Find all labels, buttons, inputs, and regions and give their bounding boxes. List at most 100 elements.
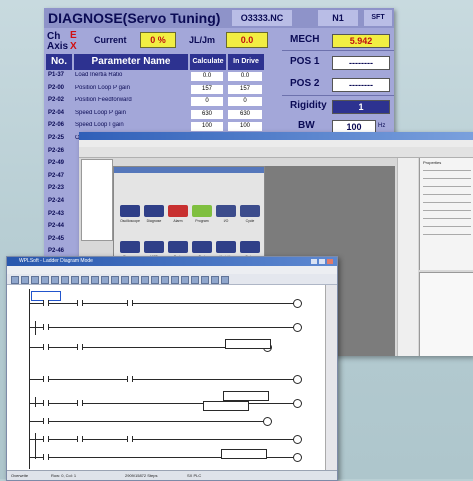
- toolbar-button[interactable]: [91, 276, 99, 284]
- toolbar-button[interactable]: [41, 276, 49, 284]
- function-tile[interactable]: [168, 205, 188, 217]
- param-calculate-value: 0.0: [191, 72, 223, 81]
- contact-symbol: [127, 436, 133, 442]
- rung-line: [29, 421, 269, 422]
- pos1-value: --------: [332, 56, 390, 70]
- function-tile[interactable]: [192, 205, 212, 217]
- divider: [282, 50, 394, 51]
- function-tile[interactable]: [120, 205, 140, 217]
- contact-symbol: [43, 324, 49, 330]
- param-in-drive-value: 100: [228, 122, 262, 132]
- function-tile-label: Cycle: [245, 219, 255, 223]
- toolbar-button[interactable]: [111, 276, 119, 284]
- param-calculate-value: 157: [191, 84, 223, 94]
- toolbar-button[interactable]: [141, 276, 149, 284]
- branch-line: [35, 321, 36, 335]
- function-tile[interactable]: [216, 205, 236, 217]
- toolbar-button[interactable]: [11, 276, 19, 284]
- contact-symbol: [43, 376, 49, 382]
- rigidity-value[interactable]: 1: [332, 100, 390, 114]
- function-tile[interactable]: [120, 241, 140, 253]
- ladder-editor-window: WPLSoft - Ladder Diagram Mode File(F)Edi…: [6, 256, 338, 481]
- contact-symbol: [77, 436, 83, 442]
- vertical-scrollbar[interactable]: [325, 285, 337, 470]
- ladder-canvas[interactable]: [7, 285, 325, 470]
- param-number: P2-26: [48, 147, 65, 154]
- prop-row: [423, 210, 471, 211]
- status-position: Row: 0, Col: 1: [51, 473, 77, 478]
- function-tile[interactable]: [240, 205, 260, 217]
- param-name: Load Inertia Ratio: [75, 72, 123, 78]
- minimize-button[interactable]: [311, 259, 317, 264]
- param-calculate-value: 630: [191, 109, 223, 119]
- toolbar-button[interactable]: [151, 276, 159, 284]
- function-tile[interactable]: [192, 241, 212, 253]
- current-label: Current: [94, 35, 127, 45]
- inertia-ratio-label: JL/Jm: [189, 35, 216, 45]
- param-number: P2-04: [48, 109, 65, 116]
- function-block: [225, 339, 271, 349]
- coil-symbol: [293, 435, 302, 444]
- toolbar-button[interactable]: [181, 276, 189, 284]
- toolbar-button[interactable]: [51, 276, 59, 284]
- editor-menu-bar: FileEditViewProjectSettingsOnlineToolsWi…: [79, 140, 473, 154]
- maximize-button[interactable]: [319, 259, 325, 264]
- param-number: P2-02: [48, 97, 65, 104]
- function-block: [223, 391, 269, 401]
- properties-title: Properties: [423, 160, 442, 165]
- col-header-name: Parameter Name: [74, 54, 188, 70]
- program-file: O3333.NC: [232, 10, 292, 26]
- function-tile[interactable]: [168, 241, 188, 253]
- sft-indicator: SFT: [364, 10, 392, 26]
- mech-value: 5.942: [332, 34, 390, 48]
- function-tile-label: Diagnose: [146, 219, 162, 223]
- param-name: Position Loop P gain: [75, 84, 130, 91]
- function-tile[interactable]: [144, 241, 164, 253]
- param-number: P1-37: [48, 72, 65, 78]
- toolbar-button[interactable]: [131, 276, 139, 284]
- toolbar-button[interactable]: [61, 276, 69, 284]
- toolbar-button[interactable]: [211, 276, 219, 284]
- toolbar-button[interactable]: [21, 276, 29, 284]
- param-name: Speed Loop P gain: [75, 109, 126, 116]
- col-header-no: No.: [46, 54, 72, 70]
- toolbar-button[interactable]: [161, 276, 169, 284]
- prop-row: [423, 194, 471, 195]
- rung-line: [29, 327, 299, 328]
- ladder-menu-bar: File(F)Edit(E)View(V)Search(S)Compile(C)…: [7, 266, 337, 280]
- coil-symbol: [293, 453, 302, 462]
- toolbar-button[interactable]: [191, 276, 199, 284]
- param-in-drive-value: 0.0: [228, 72, 262, 81]
- toolbar-button[interactable]: [221, 276, 229, 284]
- coil-symbol: [293, 399, 302, 408]
- param-number: P2-43: [48, 210, 65, 217]
- toolbar-button[interactable]: [71, 276, 79, 284]
- toolbar-button[interactable]: [31, 276, 39, 284]
- ladder-title-bar: WPLSoft - Ladder Diagram Mode: [7, 257, 337, 266]
- current-value: 0 %: [140, 32, 176, 48]
- function-tile[interactable]: [240, 241, 260, 253]
- toolbar-button[interactable]: [121, 276, 129, 284]
- contact-symbol: [43, 436, 49, 442]
- contact-symbol: [43, 454, 49, 460]
- col-header-in-drive: In Drive: [228, 54, 264, 70]
- contact-symbol: [43, 400, 49, 406]
- mech-label: MECH: [290, 34, 320, 45]
- function-tile[interactable]: [144, 205, 164, 217]
- close-button[interactable]: [327, 259, 333, 264]
- project-tree[interactable]: [81, 159, 113, 241]
- toolbar-button[interactable]: [81, 276, 89, 284]
- inertia-ratio-value: 0.0: [226, 32, 268, 48]
- toolbar-button[interactable]: [101, 276, 109, 284]
- param-number: P2-49: [48, 160, 65, 167]
- toolbar-button[interactable]: [201, 276, 209, 284]
- panel-title: DIAGNOSE(Servo Tuning): [48, 10, 221, 26]
- contact-symbol: [43, 300, 49, 306]
- function-tile-label: I/O: [223, 219, 229, 223]
- param-number: P2-23: [48, 185, 65, 192]
- status-mode: Overwrite: [11, 473, 29, 478]
- function-tile[interactable]: [216, 241, 236, 253]
- toolbar-button[interactable]: [171, 276, 179, 284]
- channel-value: E: [70, 30, 77, 41]
- coil-symbol: [293, 323, 302, 332]
